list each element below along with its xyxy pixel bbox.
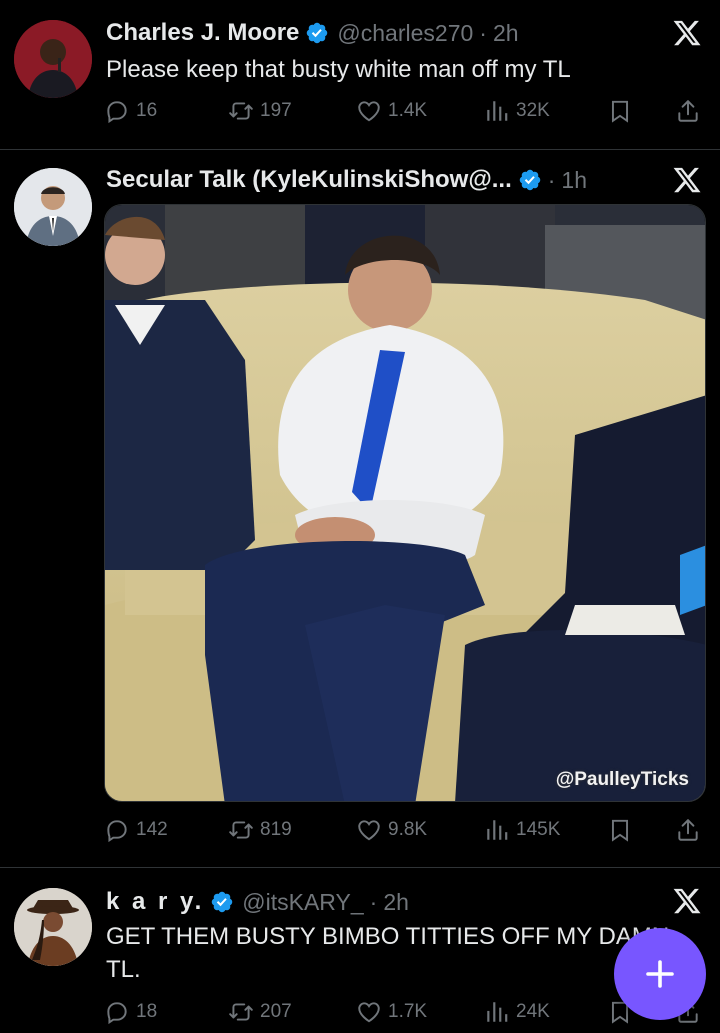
tweet-media-image[interactable]: @PaulleyTicks	[104, 204, 706, 802]
tweet-text: GET THEM BUSTY BIMBO TITTIES OFF MY DAMN…	[106, 923, 670, 983]
share-button[interactable]	[675, 93, 707, 129]
tweet-text: Please keep that busty white man off my …	[106, 56, 571, 83]
tweet[interactable]: Charles J. Moore @charles270 · 2h Please…	[0, 0, 720, 150]
media-watermark: @PaulleyTicks	[555, 769, 689, 790]
reply-icon	[104, 999, 130, 1025]
x-logo-icon[interactable]	[672, 165, 702, 195]
verified-badge-icon	[210, 890, 234, 914]
tweet[interactable]: k a r y. @itsKARY_ · 2h GET THEM BUSTY B…	[0, 868, 720, 1033]
author-handle[interactable]: @itsKARY_	[242, 889, 363, 916]
separator-dot: ·	[547, 166, 556, 193]
repost-button[interactable]: 207	[228, 994, 292, 1030]
like-button[interactable]: 1.7K	[356, 994, 427, 1030]
photo	[105, 205, 705, 801]
view-count: 24K	[516, 1001, 550, 1022]
verified-badge-icon	[518, 168, 542, 192]
author-handle[interactable]: @charles270	[337, 20, 473, 47]
repost-count: 207	[260, 1001, 292, 1022]
like-button[interactable]: 9.8K	[356, 812, 427, 848]
author-name[interactable]: Charles J. Moore	[106, 19, 299, 47]
avatar[interactable]	[14, 168, 92, 246]
timestamp[interactable]: 1h	[561, 167, 587, 194]
reply-count: 16	[136, 100, 158, 121]
views-icon	[484, 817, 510, 843]
repost-button[interactable]: 197	[228, 93, 292, 129]
repost-icon	[228, 98, 254, 124]
share-icon	[675, 817, 701, 843]
bookmark-button[interactable]	[607, 93, 639, 129]
views-button[interactable]: 24K	[484, 994, 550, 1030]
share-button[interactable]	[675, 812, 707, 848]
share-icon	[675, 98, 701, 124]
reply-button[interactable]: 18	[104, 994, 157, 1030]
reply-count: 18	[136, 1001, 158, 1022]
compose-plus-icon	[646, 960, 674, 988]
separator-dot: ·	[479, 19, 487, 46]
reply-icon	[104, 817, 130, 843]
views-button[interactable]: 145K	[484, 812, 560, 848]
verified-badge-icon	[305, 21, 329, 45]
reply-button[interactable]: 142	[104, 812, 168, 848]
tweet-header: Secular Talk (KyleKulinskiShow@... · 1h	[106, 162, 700, 198]
action-bar: 18 207 1.7K 24K	[104, 994, 700, 1030]
timestamp[interactable]: 2h	[383, 889, 409, 916]
heart-icon	[356, 999, 382, 1025]
x-logo-icon[interactable]	[672, 18, 702, 48]
heart-icon	[356, 98, 382, 124]
x-logo-icon[interactable]	[672, 886, 702, 916]
avatar[interactable]	[14, 20, 92, 98]
timestamp[interactable]: 2h	[493, 20, 519, 47]
reply-icon	[104, 98, 130, 124]
reply-button[interactable]: 16	[104, 93, 157, 129]
views-button[interactable]: 32K	[484, 93, 550, 129]
view-count: 145K	[516, 819, 561, 840]
repost-icon	[228, 999, 254, 1025]
bookmark-icon	[607, 98, 633, 124]
separator-dot: ·	[369, 888, 378, 915]
bookmark-button[interactable]	[607, 812, 639, 848]
like-count: 1.4K	[388, 100, 428, 121]
like-button[interactable]: 1.4K	[356, 93, 427, 129]
like-count: 9.8K	[388, 819, 428, 840]
repost-icon	[228, 817, 254, 843]
repost-button[interactable]: 819	[228, 812, 292, 848]
views-icon	[484, 999, 510, 1025]
bookmark-icon	[607, 817, 633, 843]
views-icon	[484, 98, 510, 124]
tweet-header: k a r y. @itsKARY_ · 2h	[106, 884, 700, 920]
action-bar: 16 197 1.4K 32K	[104, 93, 700, 129]
author-name[interactable]: Secular Talk (KyleKulinskiShow@...	[106, 166, 512, 194]
view-count: 32K	[516, 100, 550, 121]
author-name[interactable]: k a r y.	[106, 888, 204, 916]
avatar[interactable]	[14, 888, 92, 966]
compose-button[interactable]	[614, 928, 706, 1020]
repost-count: 197	[260, 100, 292, 121]
reply-count: 142	[136, 819, 168, 840]
tweet-header: Charles J. Moore @charles270 · 2h	[106, 15, 700, 51]
like-count: 1.7K	[388, 1001, 428, 1022]
action-bar: 142 819 9.8K 145K	[104, 812, 700, 848]
repost-count: 819	[260, 819, 292, 840]
tweet[interactable]: Secular Talk (KyleKulinskiShow@... · 1h	[0, 150, 720, 868]
heart-icon	[356, 817, 382, 843]
